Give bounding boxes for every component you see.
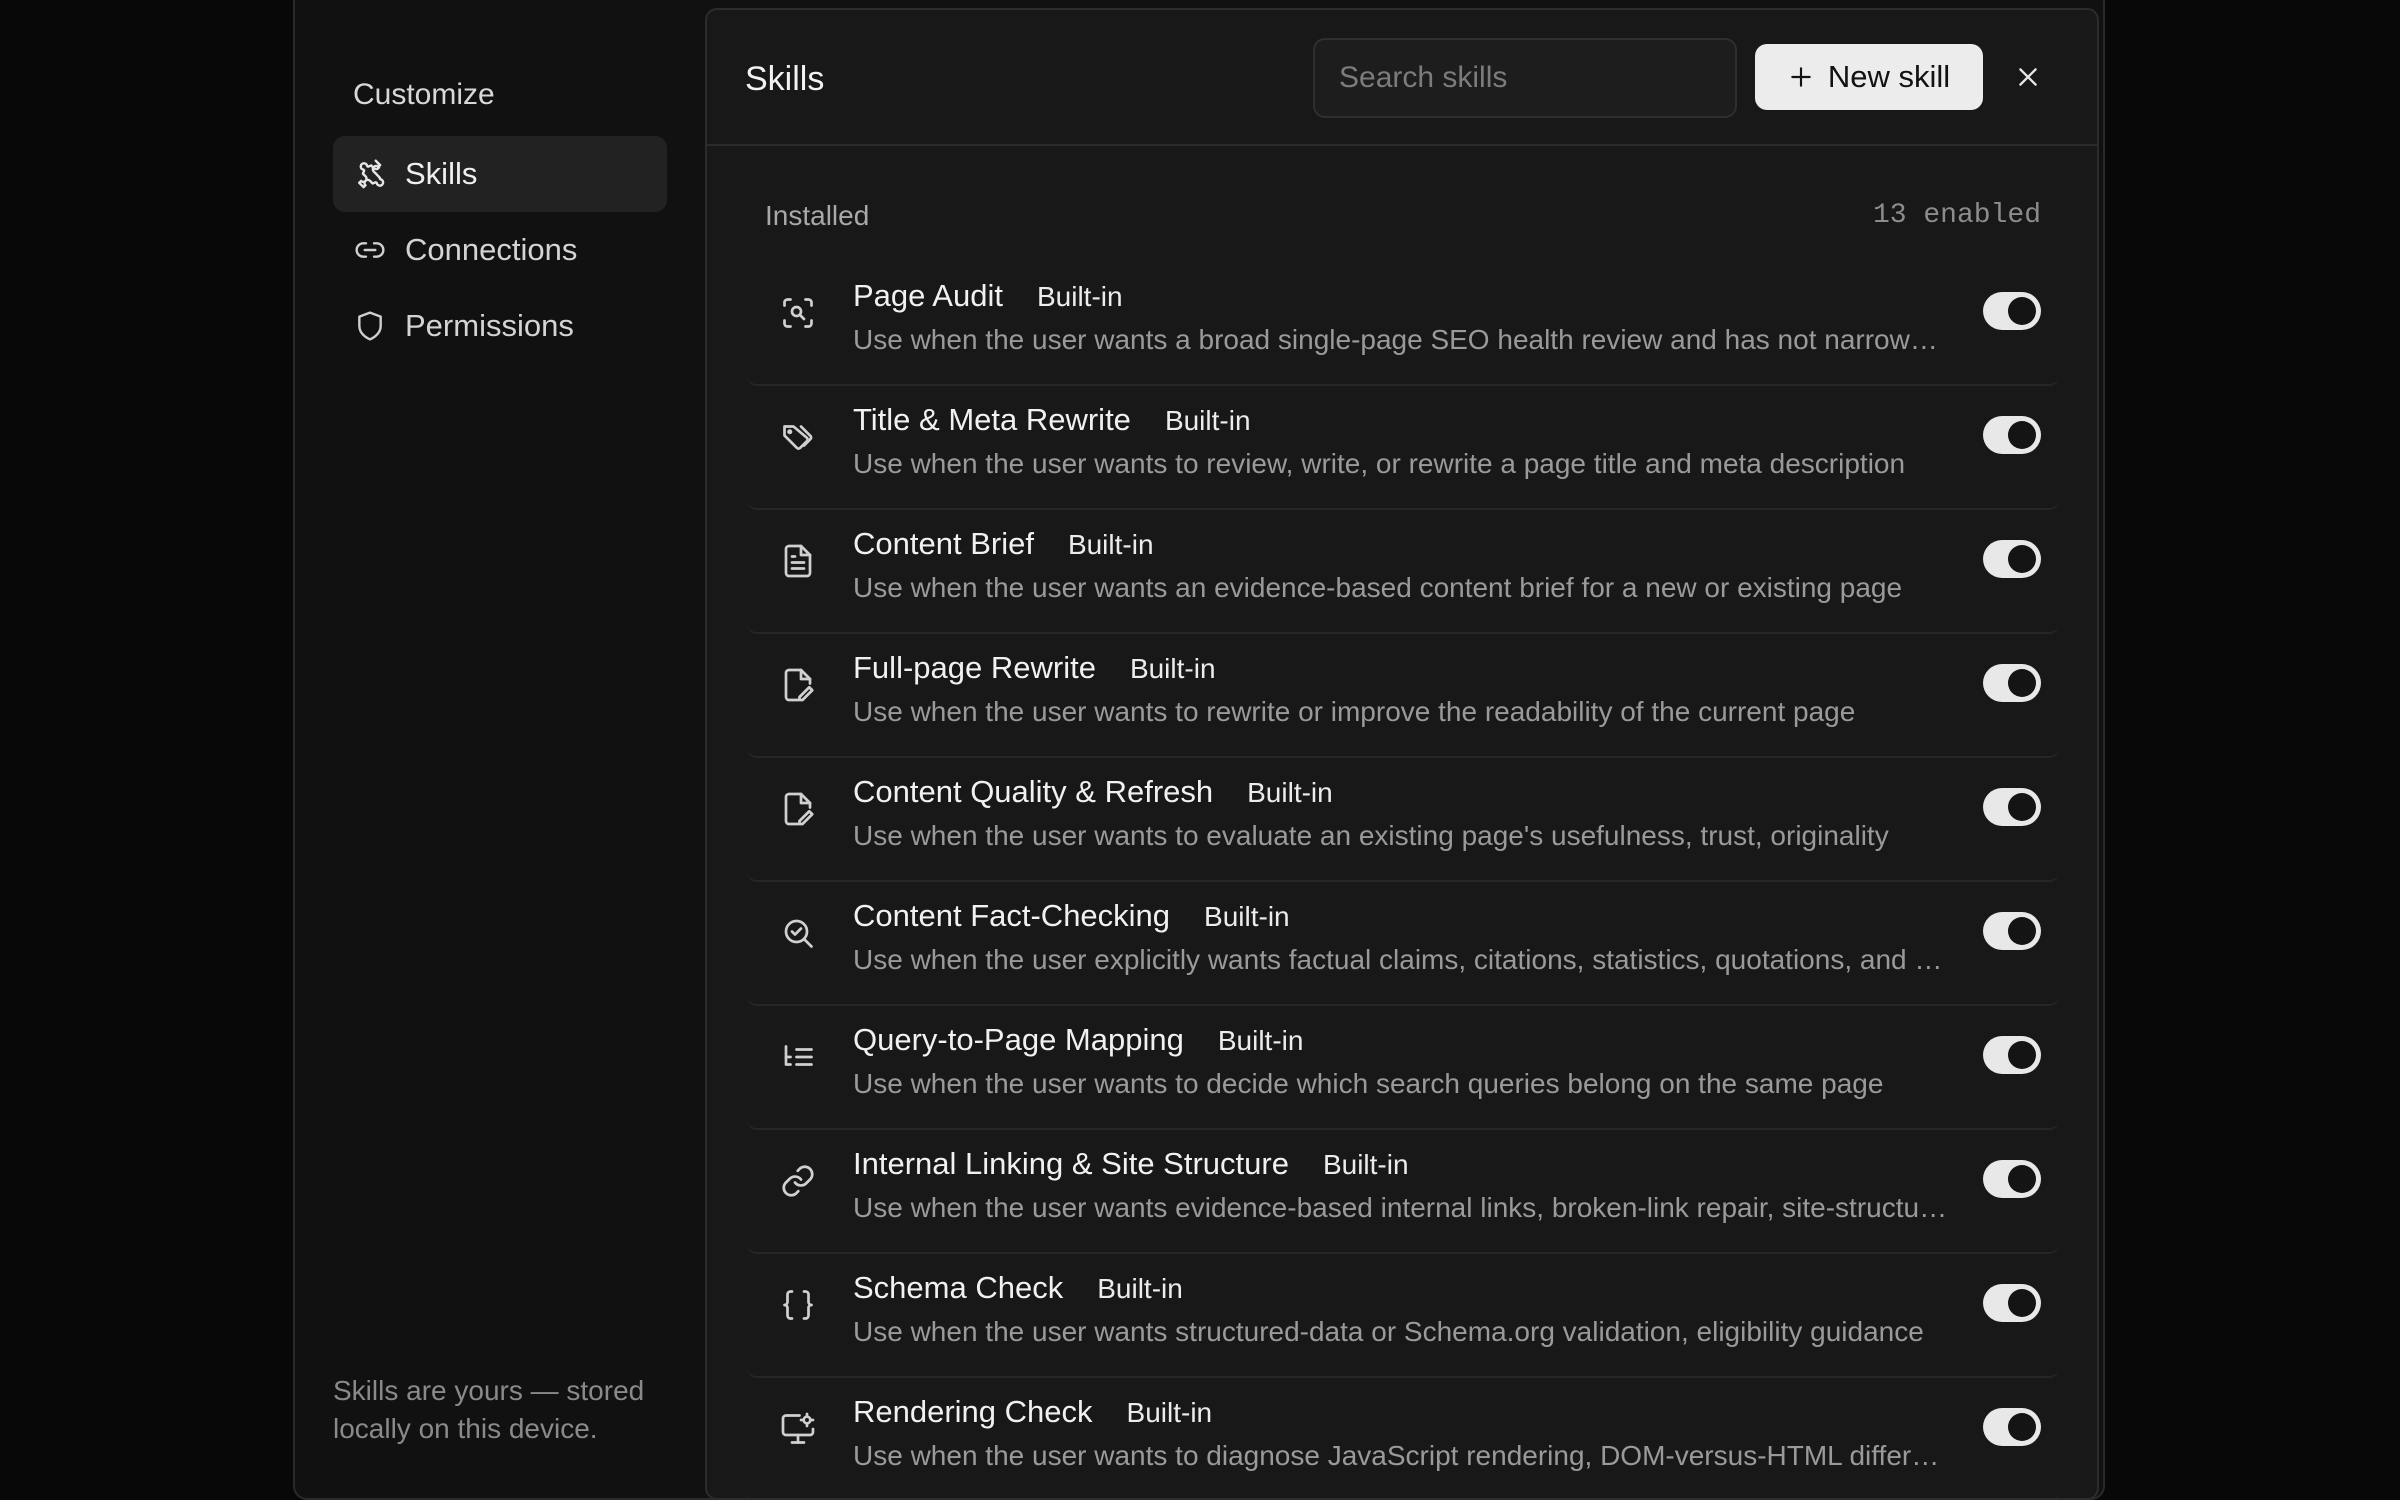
built-in-badge: Built-in [1322, 1149, 1409, 1180]
list-item[interactable]: Content Fact-Checking Built-in Use when t… [747, 882, 2059, 1006]
tags-icon [777, 416, 819, 458]
list-item[interactable]: Full-page Rewrite Built-in Use when the u… [747, 634, 2059, 758]
skill-description: Use when the user wants structured-data … [853, 1316, 1924, 1347]
skill-name: Content Brief [853, 526, 1034, 561]
skill-toggle[interactable] [1983, 416, 2041, 454]
monitor-cog-icon [777, 1408, 819, 1450]
toggle-knob [2008, 421, 2036, 449]
skill-description: Use when the user explicitly wants factu… [853, 944, 1953, 975]
built-in-badge: Built-in [1126, 1397, 1213, 1428]
list-item[interactable]: Title & Meta Rewrite Built-in Use when th… [747, 386, 2059, 510]
skill-name: Rendering Check [853, 1394, 1093, 1429]
enabled-count: 13 enabled [1872, 200, 2041, 231]
toggle-knob [2008, 1041, 2036, 1069]
skill-name: Title & Meta Rewrite [853, 402, 1131, 437]
link-icon [353, 233, 387, 267]
link-icon [777, 1160, 819, 1202]
skill-description: Use when the user wants to review, write… [853, 448, 1906, 479]
list-item[interactable]: Content Quality & Refresh Built-in Use wh… [747, 758, 2059, 882]
built-in-badge: Built-in [1036, 281, 1123, 312]
search-check-icon [777, 912, 819, 954]
skill-description: Use when the user wants to evaluate an e… [853, 820, 1889, 851]
skill-toggle[interactable] [1983, 292, 2041, 330]
close-button[interactable] [2005, 54, 2051, 100]
file-edit-icon [777, 664, 819, 706]
skill-toggle[interactable] [1983, 1036, 2041, 1074]
sidebar-item-label: Skills [405, 156, 478, 191]
toggle-knob [2008, 1289, 2036, 1317]
skill-toggle[interactable] [1983, 1408, 2041, 1446]
sidebar-item-permissions[interactable]: Permissions [333, 288, 667, 364]
built-in-badge: Built-in [1247, 777, 1333, 808]
skill-description: Use when the user wants evidence-based i… [853, 1192, 1953, 1223]
braces-icon [777, 1284, 819, 1326]
sidebar-item-label: Permissions [405, 308, 574, 343]
built-in-badge: Built-in [1217, 1025, 1304, 1056]
built-in-badge: Built-in [1164, 405, 1251, 436]
built-in-badge: Built-in [1067, 529, 1154, 560]
skill-description: Use when the user wants a broad single-p… [853, 324, 1953, 355]
list-item[interactable]: Page Audit Built-in Use when the user wan… [747, 262, 2059, 386]
panel-header: Skills New skill [707, 10, 2097, 146]
toggle-knob [2008, 793, 2036, 821]
toggle-knob [2008, 1413, 2036, 1441]
toggle-knob [2008, 1165, 2036, 1193]
search-input[interactable] [1313, 38, 1737, 118]
list-item[interactable]: Rendering Check Built-in Use when the use… [747, 1378, 2059, 1498]
skill-name: Internal Linking & Site Structure [853, 1146, 1289, 1181]
skill-toggle[interactable] [1983, 664, 2041, 702]
new-skill-button[interactable]: New skill [1755, 44, 1983, 110]
customize-window: Customize Skills Connections Permissions… [293, 0, 2105, 1500]
skill-description: Use when the user wants to diagnose Java… [853, 1440, 1953, 1471]
skill-name: Page Audit [853, 278, 1003, 313]
skill-description: Use when the user wants to rewrite or im… [853, 696, 1856, 727]
sidebar-footer-note: Skills are yours — stored locally on thi… [333, 1375, 645, 1444]
skill-name: Content Fact-Checking [853, 898, 1171, 933]
skill-description: Use when the user wants an evidence-base… [853, 572, 1903, 603]
skill-toggle[interactable] [1983, 1160, 2041, 1198]
skill-toggle[interactable] [1983, 788, 2041, 826]
skill-toggle[interactable] [1983, 540, 2041, 578]
skills-list: Page Audit Built-in Use when the user wan… [747, 262, 2059, 1498]
built-in-badge: Built-in [1129, 653, 1216, 684]
sidebar-item-skills[interactable]: Skills [333, 136, 667, 212]
page-title: Skills [745, 60, 825, 98]
toggle-knob [2008, 545, 2036, 573]
shield-icon [353, 309, 387, 343]
list-item[interactable]: Query-to-Page Mapping Built-in Use when t… [747, 1006, 2059, 1130]
new-skill-label: New skill [1827, 59, 1951, 94]
sidebar: Customize Skills Connections Permissions… [295, 0, 705, 1498]
puzzle-icon [353, 157, 387, 191]
toggle-knob [2008, 297, 2036, 325]
document-icon [777, 540, 819, 582]
toggle-knob [2008, 669, 2036, 697]
close-icon [2015, 64, 2041, 90]
sidebar-heading: Customize [353, 78, 495, 111]
skill-name: Query-to-Page Mapping [853, 1022, 1184, 1057]
scan-search-icon [777, 292, 819, 334]
list-item[interactable]: Content Brief Built-in Use when the user … [747, 510, 2059, 634]
plus-icon [1788, 64, 1814, 90]
skill-description: Use when the user wants to decide which … [853, 1068, 1884, 1099]
list-tree-icon [777, 1036, 819, 1078]
skill-name: Content Quality & Refresh [853, 774, 1214, 809]
built-in-badge: Built-in [1204, 901, 1290, 932]
skill-toggle[interactable] [1983, 912, 2041, 950]
sidebar-item-connections[interactable]: Connections [333, 212, 667, 288]
toggle-knob [2008, 917, 2036, 945]
file-edit-icon [777, 788, 819, 830]
skills-panel: Skills New skill Installed 13 enabled [705, 8, 2099, 1500]
section-heading: Installed [765, 200, 870, 231]
sidebar-item-label: Connections [405, 232, 578, 267]
list-item[interactable]: Schema Check Built-in Use when the user w… [747, 1254, 2059, 1378]
skill-name: Schema Check [853, 1270, 1064, 1305]
built-in-badge: Built-in [1097, 1273, 1183, 1304]
skill-toggle[interactable] [1983, 1284, 2041, 1322]
list-item[interactable]: Internal Linking & Site Structure Built-i… [747, 1130, 2059, 1254]
skill-name: Full-page Rewrite [853, 650, 1096, 685]
